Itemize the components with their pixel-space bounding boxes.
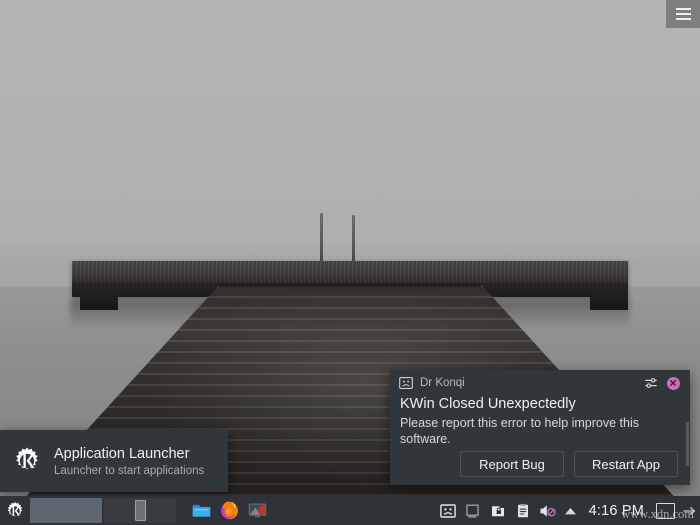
dolphin-file-manager[interactable] bbox=[191, 500, 212, 521]
pier-leg-left bbox=[80, 288, 118, 310]
firefox-browser[interactable] bbox=[219, 500, 240, 521]
notification-header: Dr Konqi bbox=[390, 370, 690, 392]
notification-actions: Report Bug Restart App bbox=[390, 451, 690, 477]
report-bug-button[interactable]: Report Bug bbox=[460, 451, 564, 477]
tooltip-subtitle: Launcher to start applications bbox=[54, 464, 205, 477]
pier-walkway-edge bbox=[219, 284, 481, 287]
folder-icon bbox=[192, 504, 211, 517]
firefox-icon bbox=[221, 501, 238, 520]
display-settings[interactable] bbox=[247, 500, 268, 521]
restart-app-button[interactable]: Restart App bbox=[574, 451, 678, 477]
hamburger-menu-icon-bar2 bbox=[675, 13, 691, 15]
taskbar-panel: x 4:16 PM bbox=[0, 496, 700, 525]
volume-tray[interactable] bbox=[539, 502, 557, 520]
window-icon bbox=[134, 500, 146, 521]
close-icon bbox=[666, 376, 680, 390]
hamburger-menu-icon bbox=[675, 8, 691, 10]
kde-k-icon bbox=[0, 446, 54, 476]
pier-leg-right bbox=[590, 288, 628, 310]
sad-face-icon bbox=[439, 503, 456, 518]
panel-handle[interactable] bbox=[682, 502, 696, 520]
notes-tray[interactable] bbox=[514, 502, 532, 520]
application-launcher-button[interactable] bbox=[0, 496, 29, 525]
configure-notification-button[interactable] bbox=[642, 374, 660, 392]
tray-expand-button[interactable] bbox=[564, 502, 578, 520]
notification-title: KWin Closed Unexpectedly bbox=[400, 396, 576, 412]
clock[interactable]: 4:16 PM bbox=[589, 503, 644, 519]
svg-text:x: x bbox=[474, 514, 477, 519]
task-window[interactable] bbox=[104, 498, 176, 523]
notification-message: Please report this error to help improve… bbox=[400, 416, 639, 446]
task-manager bbox=[29, 496, 439, 525]
system-tray: x 4:16 PM bbox=[439, 502, 700, 520]
sad-face-icon bbox=[399, 376, 413, 390]
chevron-up-icon bbox=[565, 507, 577, 514]
notes-icon bbox=[517, 503, 528, 517]
clipboard-lock-icon bbox=[491, 505, 504, 516]
close-notification-button[interactable] bbox=[664, 374, 682, 392]
sliders-icon bbox=[645, 378, 657, 388]
desktop-pager[interactable] bbox=[656, 502, 675, 519]
kde-k-icon bbox=[7, 501, 22, 516]
monitor-icon bbox=[248, 503, 267, 518]
panel-handle-icon bbox=[682, 506, 695, 515]
speaker-muted-icon bbox=[540, 504, 556, 517]
clipboard-tray[interactable] bbox=[489, 502, 507, 520]
kde-connect-tray[interactable]: x bbox=[464, 502, 482, 520]
desktop-screen: Application Launcher Launcher to start a… bbox=[0, 0, 700, 525]
task-active[interactable] bbox=[30, 498, 102, 523]
hamburger-menu-icon-bar3 bbox=[675, 18, 691, 20]
notification-body: KWin Closed Unexpectedly Please report t… bbox=[390, 392, 690, 447]
tooltip-title: Application Launcher bbox=[54, 445, 190, 462]
pinned-launchers bbox=[191, 500, 268, 521]
tooltip-text-block: Application Launcher Launcher to start a… bbox=[54, 446, 204, 477]
application-launcher-tooltip: Application Launcher Launcher to start a… bbox=[0, 430, 228, 492]
dr-konqi-tray[interactable] bbox=[439, 502, 457, 520]
notification-app-name: Dr Konqi bbox=[420, 377, 465, 389]
window-menu-button[interactable] bbox=[666, 0, 700, 28]
notification-popup: Dr Konqi KWin Closed Unexpectedly Please… bbox=[390, 370, 690, 485]
device-disconnected-icon: x bbox=[465, 504, 479, 519]
